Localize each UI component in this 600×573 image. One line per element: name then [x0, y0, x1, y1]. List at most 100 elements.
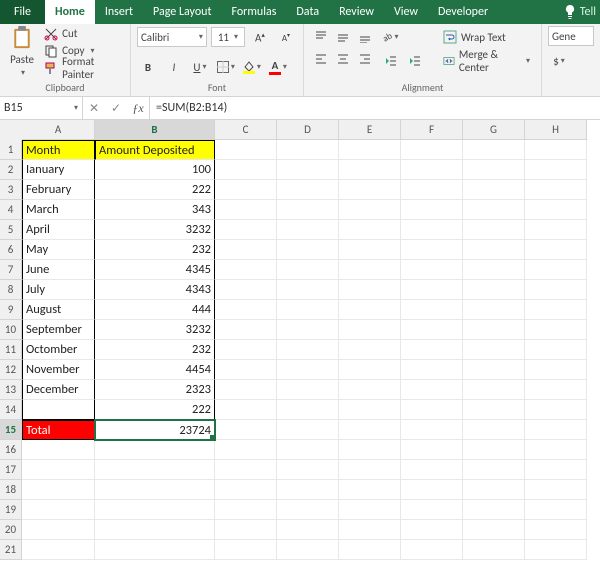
align-left-button[interactable] — [310, 48, 332, 70]
cell-C5[interactable] — [215, 220, 277, 240]
cell-B7[interactable]: 4345 — [95, 260, 215, 280]
tab-review[interactable]: Review — [329, 0, 384, 24]
cell-A5[interactable]: April — [22, 220, 95, 240]
cell-F7[interactable] — [401, 260, 463, 280]
cell-H20[interactable] — [525, 520, 587, 540]
decrease-indent-button[interactable] — [380, 50, 402, 72]
cell-C4[interactable] — [215, 200, 277, 220]
cell-A21[interactable] — [22, 540, 95, 560]
cell-D2[interactable] — [277, 160, 339, 180]
row-head-18[interactable]: 18 — [0, 480, 22, 500]
row-head-2[interactable]: 2 — [0, 160, 22, 180]
cell-E18[interactable] — [339, 480, 401, 500]
cell-A15[interactable]: Total — [22, 420, 95, 440]
cell-C14[interactable] — [215, 400, 277, 420]
cell-D6[interactable] — [277, 240, 339, 260]
wrap-text-button[interactable]: Wrap Text — [438, 26, 535, 48]
cell-H4[interactable] — [525, 200, 587, 220]
cell-B11[interactable]: 232 — [95, 340, 215, 360]
row-head-5[interactable]: 5 — [0, 220, 22, 240]
cell-F20[interactable] — [401, 520, 463, 540]
cell-A16[interactable] — [22, 440, 95, 460]
col-head-B[interactable]: B — [95, 120, 215, 140]
cell-G21[interactable] — [463, 540, 525, 560]
number-format-select[interactable]: Gene — [548, 26, 594, 46]
cell-G18[interactable] — [463, 480, 525, 500]
cell-E12[interactable] — [339, 360, 401, 380]
cell-H10[interactable] — [525, 320, 587, 340]
tab-view[interactable]: View — [384, 0, 428, 24]
cell-D1[interactable] — [277, 140, 339, 160]
cell-A13[interactable]: December — [22, 380, 95, 400]
cell-B19[interactable] — [95, 500, 215, 520]
cell-C15[interactable] — [215, 420, 277, 440]
cell-C13[interactable] — [215, 380, 277, 400]
cell-D19[interactable] — [277, 500, 339, 520]
cell-H3[interactable] — [525, 180, 587, 200]
font-color-button[interactable]: A ▾ — [267, 56, 289, 78]
cell-C8[interactable] — [215, 280, 277, 300]
cell-F21[interactable] — [401, 540, 463, 560]
cell-H9[interactable] — [525, 300, 587, 320]
row-head-8[interactable]: 8 — [0, 280, 22, 300]
cell-A4[interactable]: March — [22, 200, 95, 220]
cell-D7[interactable] — [277, 260, 339, 280]
cell-G7[interactable] — [463, 260, 525, 280]
cell-A19[interactable] — [22, 500, 95, 520]
cell-E17[interactable] — [339, 460, 401, 480]
cell-A1[interactable]: Month — [22, 140, 95, 160]
decrease-font-button[interactable]: A▾ — [275, 26, 297, 48]
cell-E14[interactable] — [339, 400, 401, 420]
cell-E3[interactable] — [339, 180, 401, 200]
cell-C17[interactable] — [215, 460, 277, 480]
cell-D17[interactable] — [277, 460, 339, 480]
cell-E8[interactable] — [339, 280, 401, 300]
cell-B20[interactable] — [95, 520, 215, 540]
tab-home[interactable]: Home — [45, 0, 95, 24]
cell-E20[interactable] — [339, 520, 401, 540]
cell-D3[interactable] — [277, 180, 339, 200]
cell-B21[interactable] — [95, 540, 215, 560]
cell-F10[interactable] — [401, 320, 463, 340]
cell-H2[interactable] — [525, 160, 587, 180]
cell-C16[interactable] — [215, 440, 277, 460]
cell-C20[interactable] — [215, 520, 277, 540]
cell-G10[interactable] — [463, 320, 525, 340]
cell-C21[interactable] — [215, 540, 277, 560]
row-head-10[interactable]: 10 — [0, 320, 22, 340]
cell-C18[interactable] — [215, 480, 277, 500]
cell-C6[interactable] — [215, 240, 277, 260]
cell-F15[interactable] — [401, 420, 463, 440]
cell-F18[interactable] — [401, 480, 463, 500]
cell-H18[interactable] — [525, 480, 587, 500]
cell-F5[interactable] — [401, 220, 463, 240]
cell-C2[interactable] — [215, 160, 277, 180]
cell-B12[interactable]: 4454 — [95, 360, 215, 380]
row-head-7[interactable]: 7 — [0, 260, 22, 280]
cell-G8[interactable] — [463, 280, 525, 300]
col-head-H[interactable]: H — [525, 120, 587, 140]
cell-H8[interactable] — [525, 280, 587, 300]
align-middle-button[interactable] — [332, 26, 354, 48]
cell-E9[interactable] — [339, 300, 401, 320]
cell-D10[interactable] — [277, 320, 339, 340]
cell-E19[interactable] — [339, 500, 401, 520]
cell-C12[interactable] — [215, 360, 277, 380]
cell-G11[interactable] — [463, 340, 525, 360]
cell-H19[interactable] — [525, 500, 587, 520]
cell-D5[interactable] — [277, 220, 339, 240]
col-head-A[interactable]: A — [22, 120, 95, 140]
tab-developer[interactable]: Developer — [428, 0, 498, 24]
cell-F4[interactable] — [401, 200, 463, 220]
tab-file[interactable]: File — [0, 0, 45, 24]
cell-B4[interactable]: 343 — [95, 200, 215, 220]
currency-button[interactable]: $ ▾ — [548, 50, 570, 72]
cell-B6[interactable]: 232 — [95, 240, 215, 260]
cell-E1[interactable] — [339, 140, 401, 160]
cell-F6[interactable] — [401, 240, 463, 260]
cell-A11[interactable]: Octomber — [22, 340, 95, 360]
cell-B16[interactable] — [95, 440, 215, 460]
cell-H7[interactable] — [525, 260, 587, 280]
cancel-formula-button[interactable]: ✕ — [83, 101, 105, 116]
cell-C7[interactable] — [215, 260, 277, 280]
